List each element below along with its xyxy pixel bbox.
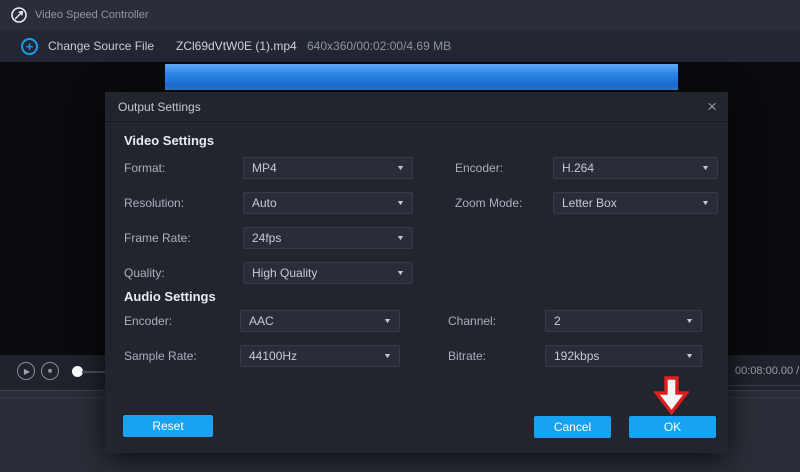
- app-title: Video Speed Controller: [35, 9, 149, 21]
- app-window: Video Speed Controller + Change Source F…: [0, 0, 800, 472]
- audio-settings-header: Audio Settings: [124, 289, 216, 304]
- channel-value: 2: [554, 314, 561, 328]
- channel-select[interactable]: 2 ▼: [545, 310, 702, 332]
- resolution-label: Resolution:: [124, 192, 184, 214]
- dialog-title: Output Settings: [118, 92, 201, 122]
- frame-rate-value: 24fps: [252, 231, 281, 245]
- add-source-icon[interactable]: +: [21, 38, 38, 55]
- chevron-down-icon: ▼: [396, 270, 405, 277]
- sample-rate-select[interactable]: 44100Hz ▼: [240, 345, 400, 367]
- encoder-select[interactable]: H.264 ▼: [553, 157, 718, 179]
- source-file-info: 640x360/00:02:00/4.69 MB: [307, 30, 451, 62]
- zoom-mode-select[interactable]: Letter Box ▼: [553, 192, 718, 214]
- chevron-down-icon: ▼: [685, 318, 694, 325]
- title-bar: Video Speed Controller: [0, 0, 800, 30]
- chevron-down-icon: ▼: [383, 353, 392, 360]
- quality-label: Quality:: [124, 262, 165, 284]
- output-settings-dialog: Output Settings × Video Settings Format:…: [105, 92, 728, 453]
- encoder-label: Encoder:: [455, 157, 503, 179]
- format-value: MP4: [252, 161, 277, 175]
- reset-button[interactable]: Reset: [123, 415, 213, 437]
- audio-encoder-label: Encoder:: [124, 310, 172, 332]
- frame-rate-label: Frame Rate:: [124, 227, 191, 249]
- audio-encoder-select[interactable]: AAC ▼: [240, 310, 400, 332]
- resolution-value: Auto: [252, 196, 277, 210]
- bitrate-label: Bitrate:: [448, 345, 486, 367]
- format-select[interactable]: MP4 ▼: [243, 157, 413, 179]
- red-arrow-annotation: [653, 376, 689, 416]
- speed-progress-bar[interactable]: [165, 64, 678, 90]
- chevron-down-icon: ▼: [685, 353, 694, 360]
- chevron-down-icon: ▼: [396, 165, 405, 172]
- quality-select[interactable]: High Quality ▼: [243, 262, 413, 284]
- zoom-mode-value: Letter Box: [562, 196, 617, 210]
- playback-time: 00:08:00.00 /: [735, 365, 799, 377]
- zoom-mode-label: Zoom Mode:: [455, 192, 522, 214]
- chevron-down-icon: ▼: [396, 200, 405, 207]
- play-icon: ▶: [24, 367, 30, 376]
- format-label: Format:: [124, 157, 165, 179]
- sample-rate-label: Sample Rate:: [124, 345, 197, 367]
- ok-button[interactable]: OK: [629, 416, 716, 438]
- bitrate-value: 192kbps: [554, 349, 599, 363]
- play-button[interactable]: ▶: [17, 362, 35, 380]
- sample-rate-value: 44100Hz: [249, 349, 297, 363]
- quality-value: High Quality: [252, 266, 317, 280]
- close-icon[interactable]: ×: [707, 95, 717, 119]
- frame-rate-select[interactable]: 24fps ▼: [243, 227, 413, 249]
- resolution-select[interactable]: Auto ▼: [243, 192, 413, 214]
- cancel-button[interactable]: Cancel: [534, 416, 611, 438]
- timeline-track: [728, 385, 800, 386]
- chevron-down-icon: ▼: [383, 318, 392, 325]
- video-settings-header: Video Settings: [124, 133, 214, 148]
- channel-label: Channel:: [448, 310, 496, 332]
- chevron-down-icon: ▼: [701, 200, 710, 207]
- source-filename: ZCl69dVtW0E (1).mp4: [176, 30, 297, 62]
- chevron-down-icon: ▼: [396, 235, 405, 242]
- chevron-down-icon: ▼: [701, 165, 710, 172]
- stop-icon: ■: [48, 368, 52, 375]
- encoder-value: H.264: [562, 161, 594, 175]
- change-source-button[interactable]: Change Source File: [48, 30, 154, 62]
- bitrate-select[interactable]: 192kbps ▼: [545, 345, 702, 367]
- source-toolbar: + Change Source File ZCl69dVtW0E (1).mp4…: [0, 30, 800, 62]
- dialog-header: Output Settings ×: [105, 92, 728, 122]
- stop-button[interactable]: ■: [41, 362, 59, 380]
- app-logo-icon: [10, 6, 28, 24]
- audio-encoder-value: AAC: [249, 314, 274, 328]
